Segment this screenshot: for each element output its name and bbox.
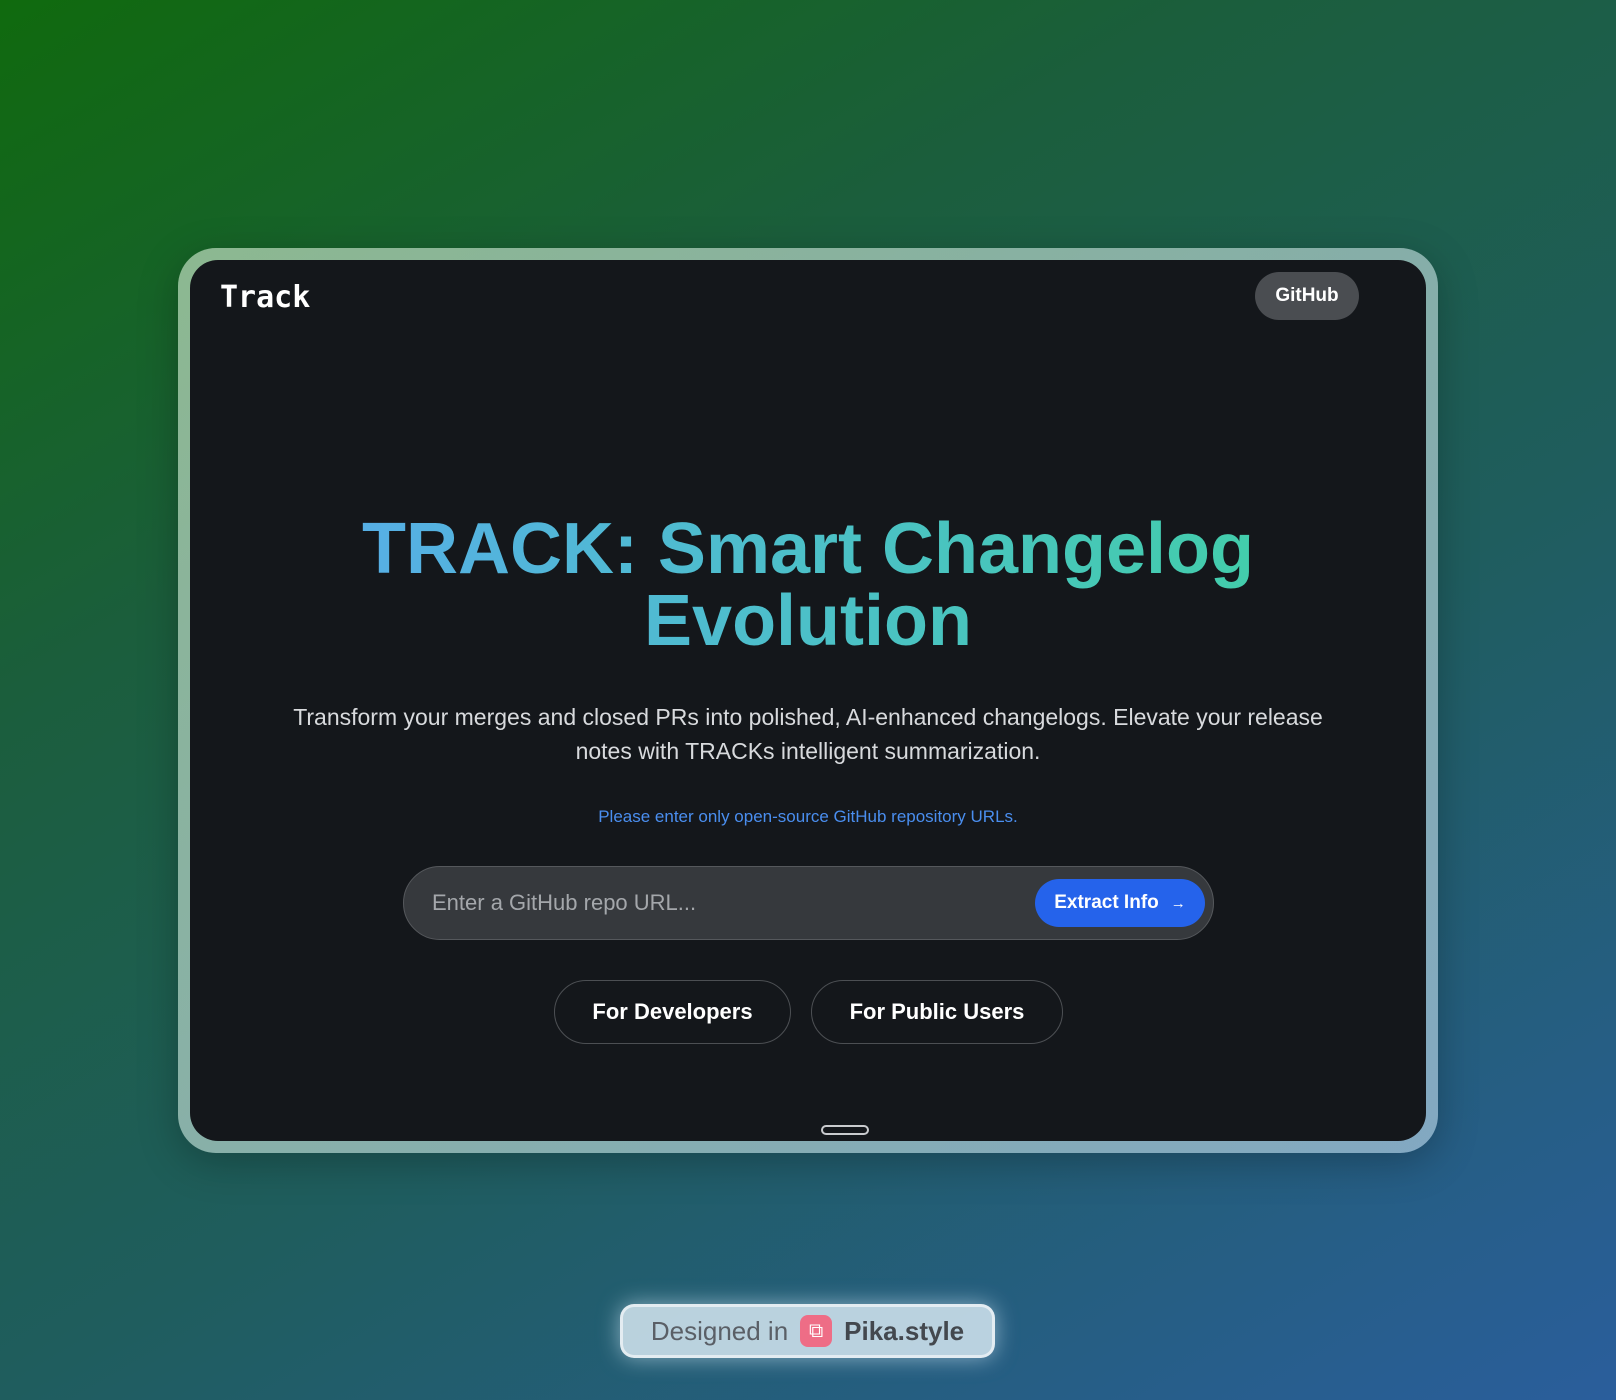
search-bar: Extract Info → [403,866,1214,940]
arrow-right-icon: → [1170,894,1186,912]
credit-brand: Pika.style [844,1315,965,1346]
home-indicator [821,1125,869,1135]
extract-info-button[interactable]: Extract Info → [1035,879,1205,927]
for-public-users-button[interactable]: For Public Users [811,980,1063,1044]
credit-prefix: Designed in [650,1315,789,1346]
hero-title-line2: Evolution [644,581,972,661]
for-developers-button[interactable]: For Developers [554,980,791,1044]
designed-in-badge[interactable]: Designed in ⧉ Pika.style [620,1304,995,1358]
repo-url-input[interactable] [432,867,1012,939]
extract-info-label: Extract Info [1054,892,1159,913]
repo-notice: Please enter only open-source GitHub rep… [598,807,1018,826]
hero-title: TRACK: Smart Changelog Evolution [190,513,1426,657]
app-screen: Track GitHub TRACK: Smart Changelog Evol… [190,260,1426,1141]
hero-title-line1: TRACK: Smart Changelog [361,509,1255,589]
github-button[interactable]: GitHub [1255,272,1359,320]
app-logo[interactable]: Track [220,280,310,315]
device-frame: Track GitHub TRACK: Smart Changelog Evol… [178,248,1438,1153]
pika-logo-icon: ⧉ [800,1315,833,1347]
hero-subtitle: Transform your merges and closed PRs int… [293,704,1323,764]
